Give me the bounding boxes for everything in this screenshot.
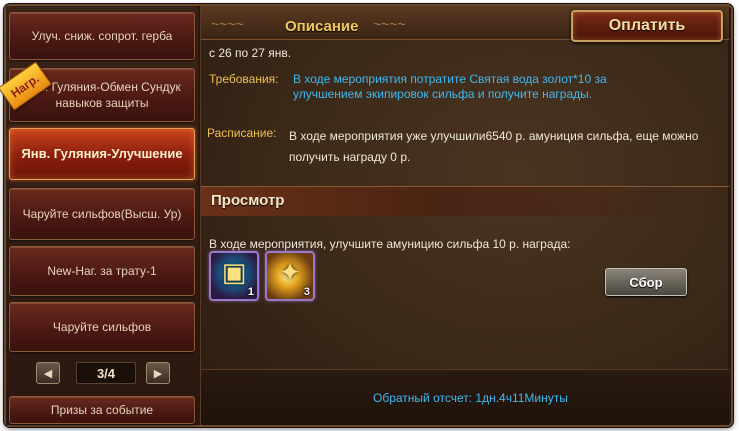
sidebar-pager: ◀ 3/4 ▶ [36,362,176,386]
reward-item-golden-scroll[interactable]: ✦ 3 [265,251,315,301]
sidebar-item-sylph-charm[interactable]: Чаруйте сильфов [9,302,195,352]
sidebar-item-label: Улуч. сниж. сопрот. герба [31,29,173,43]
next-page-button[interactable]: ▶ [146,362,170,384]
event-dates: с 26 по 27 янв. [209,46,292,60]
sidebar-item-spend-reward[interactable]: New-Наг. за трату-1 [9,246,195,296]
preview-title: Просмотр [211,192,285,209]
description-title: Описание [285,18,359,35]
reward-quantity: 3 [303,286,310,298]
schedule-label: Расписание: [207,126,277,140]
golden-scroll-icon: ✦ [279,257,301,287]
pay-button[interactable]: Оплатить [571,10,723,42]
arrow-right-icon: ▶ [153,367,163,380]
sidebar-item-sylph-charm-high[interactable]: Чаруйте сильфов(Высш. Ур) [9,188,195,240]
flourish-left-icon: ~~~~ [211,16,244,32]
flourish-right-icon: ~~~~ [373,16,406,32]
requirements-text: В ходе мероприятия потратите Святая вода… [293,72,607,101]
reward-item-treasure-chest[interactable]: ▣ 1 [209,251,259,301]
collect-button[interactable]: Сбор [605,268,687,296]
sidebar-item-label: Чаруйте сильфов(Высш. Ур) [22,207,182,221]
schedule-text: В ходе мероприятия уже улучшили6540 р. а… [289,129,699,164]
sidebar-item-label: Призы за событие [50,403,154,417]
sidebar-item-emblem-resist[interactable]: Улуч. сниж. сопрот. герба [9,12,195,60]
arrow-left-icon: ◀ [43,367,53,380]
countdown-timer: Обратный отсчет: 1дн.4ч11Минуты [373,391,568,405]
prev-page-button[interactable]: ◀ [36,362,60,384]
event-detail-panel: ~~~~ Описание ~~~~ Оплатить с 26 по 27 я… [200,6,729,425]
sidebar-item-label: New-Наг. за трату-1 [47,264,157,278]
requirements-label: Требования: [209,72,279,86]
treasure-chest-icon: ▣ [221,257,247,287]
sidebar-item-event-prizes[interactable]: Призы за событие [9,396,195,424]
reward-quantity: 1 [247,286,254,298]
preview-text: В ходе мероприятия, улучшите амуницию си… [209,237,571,251]
page-counter: 3/4 [76,362,136,384]
sidebar-item-label: Чаруйте сильфов [52,320,152,334]
sidebar-item-label: Янв. Гуляния-Улучшение [21,146,183,161]
sidebar-item-upgrade-active[interactable]: Янв. Гуляния-Улучшение [9,128,195,180]
